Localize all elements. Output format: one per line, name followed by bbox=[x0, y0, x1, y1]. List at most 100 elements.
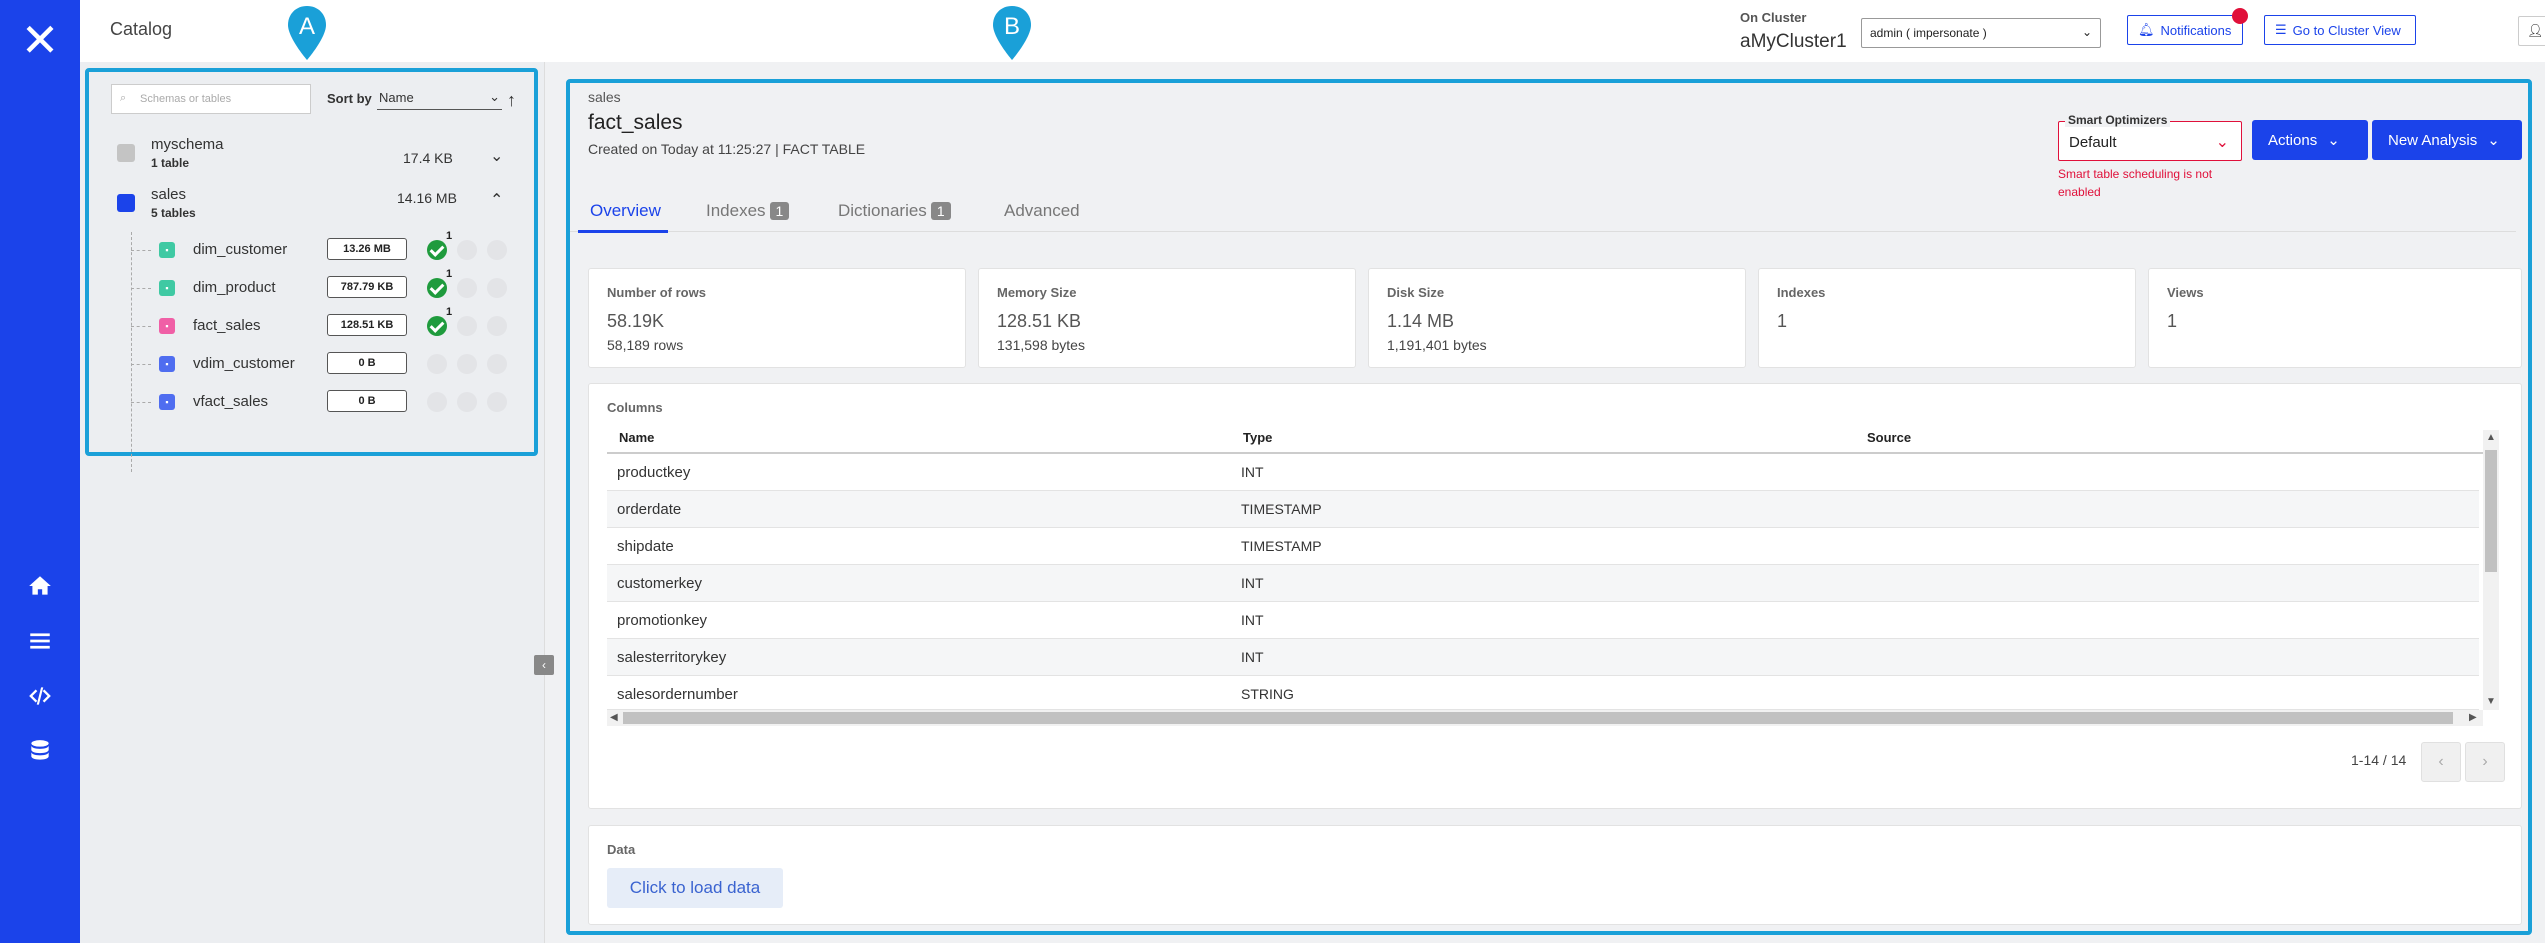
on-cluster-label: On Cluster bbox=[1740, 10, 1807, 25]
tree-branch bbox=[131, 326, 151, 327]
table-size-badge: 787.79 KB bbox=[327, 276, 407, 298]
table-row[interactable]: salesterritorykey INT bbox=[607, 639, 2479, 676]
scroll-left-icon[interactable]: ◀ bbox=[610, 712, 618, 723]
status-dot bbox=[457, 240, 477, 260]
search-input[interactable]: ⌕ Schemas or tables bbox=[111, 84, 311, 114]
tab-dictionaries[interactable]: Dictionaries 1 bbox=[838, 201, 951, 221]
scroll-down-icon[interactable]: ▼ bbox=[2486, 696, 2496, 707]
actions-button[interactable]: Actions ⌄ bbox=[2252, 120, 2368, 160]
table-item-vfact-sales[interactable]: ▪ vfact_sales 0 B bbox=[131, 388, 531, 416]
impersonate-select[interactable]: admin ( impersonate ) ⌄ bbox=[1861, 18, 2101, 48]
scroll-up-icon[interactable]: ▲ bbox=[2486, 432, 2496, 443]
table-row[interactable]: productkey INT bbox=[607, 454, 2479, 491]
notifications-button[interactable]: 🔔︎ Notifications bbox=[2127, 8, 2248, 45]
sort-by-select[interactable]: Name ⌄ bbox=[377, 86, 502, 110]
status-dot bbox=[487, 316, 507, 336]
stat-value: 128.51 KB bbox=[997, 311, 1082, 331]
tab-badge: 1 bbox=[769, 202, 790, 220]
column-header-name[interactable]: Name bbox=[619, 430, 654, 445]
fact-table-icon: ▪ bbox=[159, 318, 175, 334]
index-count: 1 bbox=[446, 306, 453, 318]
scrollbar-thumb[interactable] bbox=[623, 712, 2453, 724]
column-type: INT bbox=[1241, 575, 1264, 591]
tree-branch bbox=[131, 250, 151, 251]
stat-card-indexes: Indexes 1 bbox=[1758, 268, 2136, 368]
schema-size: 17.4 KB bbox=[403, 150, 453, 166]
stat-value: 1 bbox=[1777, 311, 1788, 331]
collapse-sidebar-button[interactable]: ‹ bbox=[534, 655, 554, 675]
horizontal-scrollbar[interactable]: ◀ ▶ bbox=[607, 710, 2483, 726]
code-icon[interactable] bbox=[24, 680, 56, 712]
table-row[interactable]: customerkey INT bbox=[607, 565, 2479, 602]
cluster-info: On Cluster aMyCluster1 bbox=[1740, 10, 1847, 53]
table-item-dim-customer[interactable]: ▪ dim_customer 13.26 MB 1 bbox=[131, 230, 531, 264]
chevron-down-icon: ⌄ bbox=[2081, 25, 2092, 39]
columns-card: Columns Name Type Source productkey INT … bbox=[588, 383, 2522, 809]
column-name: salesordernumber bbox=[617, 686, 738, 703]
tab-overview[interactable]: Overview bbox=[590, 201, 661, 221]
home-icon[interactable] bbox=[24, 570, 56, 602]
marker-b: B bbox=[990, 4, 1034, 62]
go-to-cluster-view-button[interactable]: ☰ Go to Cluster View bbox=[2264, 15, 2416, 45]
column-header-source[interactable]: Source bbox=[1867, 430, 1911, 445]
tab-label: Advanced bbox=[1004, 201, 1080, 220]
table-name: fact_sales bbox=[193, 317, 261, 334]
admin-menu[interactable]: 👤︎ admin ⌄ bbox=[2518, 16, 2545, 46]
table-detail-panel: sales fact_sales Created on Today at 11:… bbox=[566, 79, 2532, 935]
stat-card-views: Views 1 bbox=[2148, 268, 2522, 368]
smart-optimizers-value: Default bbox=[2069, 134, 2117, 151]
index-count: 1 bbox=[446, 268, 453, 280]
table-name: vfact_sales bbox=[193, 393, 269, 410]
page-title: Catalog bbox=[110, 19, 173, 39]
table-row[interactable]: salesordernumber STRING bbox=[607, 676, 2479, 710]
table-item-dim-product[interactable]: ▪ dim_product 787.79 KB 1 bbox=[131, 268, 531, 302]
table-size-badge: 128.51 KB bbox=[327, 314, 407, 336]
created-info: Created on Today at 11:25:27 | FACT TABL… bbox=[588, 141, 866, 157]
status-dot bbox=[457, 316, 477, 336]
schema-item-sales[interactable]: sales 5 tables 14.16 MB ⌃ bbox=[117, 186, 517, 226]
vertical-scrollbar[interactable]: ▲ ▼ bbox=[2483, 430, 2499, 710]
table-item-fact-sales[interactable]: ▪ fact_sales 128.51 KB 1 bbox=[131, 306, 531, 340]
schema-size: 14.16 MB bbox=[397, 190, 457, 206]
stat-label: Indexes bbox=[1777, 285, 1826, 300]
tab-divider bbox=[570, 231, 2516, 232]
column-type: INT bbox=[1241, 464, 1264, 480]
table-row[interactable]: orderdate TIMESTAMP bbox=[607, 491, 2479, 528]
table-item-vdim-customer[interactable]: ▪ vdim_customer 0 B bbox=[131, 350, 531, 378]
load-data-button[interactable]: Click to load data bbox=[607, 868, 783, 908]
column-name: customerkey bbox=[617, 575, 703, 592]
status-dot bbox=[457, 278, 477, 298]
chevron-down-icon[interactable]: ⌄ bbox=[490, 146, 503, 166]
chevron-up-icon[interactable]: ⌃ bbox=[490, 190, 503, 210]
dimension-table-icon: ▪ bbox=[159, 280, 175, 296]
status-dot bbox=[457, 392, 477, 412]
user-icon: 👤︎ bbox=[2527, 23, 2544, 38]
new-analysis-button[interactable]: New Analysis ⌄ bbox=[2372, 120, 2522, 160]
columns-title: Columns bbox=[607, 400, 663, 415]
previous-page-button[interactable]: ‹ bbox=[2421, 742, 2461, 782]
stat-detail: 1,191,401 bytes bbox=[1387, 337, 1487, 353]
table-row[interactable]: promotionkey INT bbox=[607, 602, 2479, 639]
scrollbar-thumb[interactable] bbox=[2485, 450, 2497, 572]
smart-optimizers-select[interactable]: Smart Optimizers Default ⌄ bbox=[2058, 113, 2242, 161]
scroll-right-icon[interactable]: ▶ bbox=[2469, 712, 2477, 723]
table-row[interactable]: shipdate TIMESTAMP bbox=[607, 528, 2479, 565]
tab-indexes[interactable]: Indexes 1 bbox=[706, 201, 790, 221]
app-logo[interactable]: ✕ bbox=[18, 17, 62, 63]
search-placeholder: Schemas or tables bbox=[140, 93, 232, 105]
tree-branch bbox=[131, 288, 151, 289]
tree-branch bbox=[131, 364, 151, 365]
smart-optimizers-label: Smart Optimizers bbox=[2065, 113, 2171, 127]
column-header-type[interactable]: Type bbox=[1243, 430, 1272, 445]
sort-direction-icon[interactable]: ↑ bbox=[507, 90, 516, 111]
tab-label: Dictionaries bbox=[838, 201, 927, 220]
tab-label: Indexes bbox=[706, 201, 766, 220]
menu-icon[interactable] bbox=[24, 625, 56, 657]
breadcrumb[interactable]: sales bbox=[588, 89, 621, 105]
schema-item-myschema[interactable]: myschema 1 table 17.4 KB ⌄ bbox=[117, 136, 517, 176]
table-size-badge: 13.26 MB bbox=[327, 238, 407, 260]
next-page-button[interactable]: › bbox=[2465, 742, 2505, 782]
tab-advanced[interactable]: Advanced bbox=[1004, 201, 1080, 221]
database-icon[interactable] bbox=[24, 735, 56, 767]
table-name: dim_customer bbox=[193, 241, 288, 258]
